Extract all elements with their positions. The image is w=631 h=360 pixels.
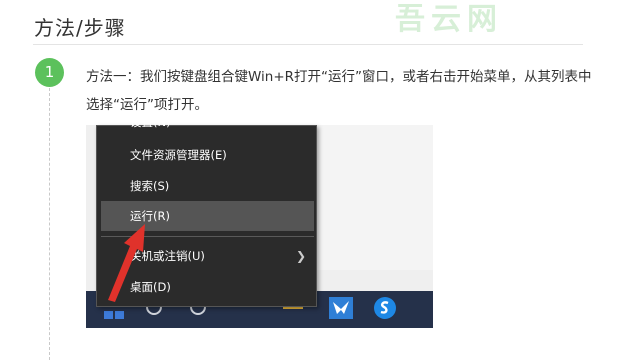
red-arrow-icon — [108, 224, 145, 302]
